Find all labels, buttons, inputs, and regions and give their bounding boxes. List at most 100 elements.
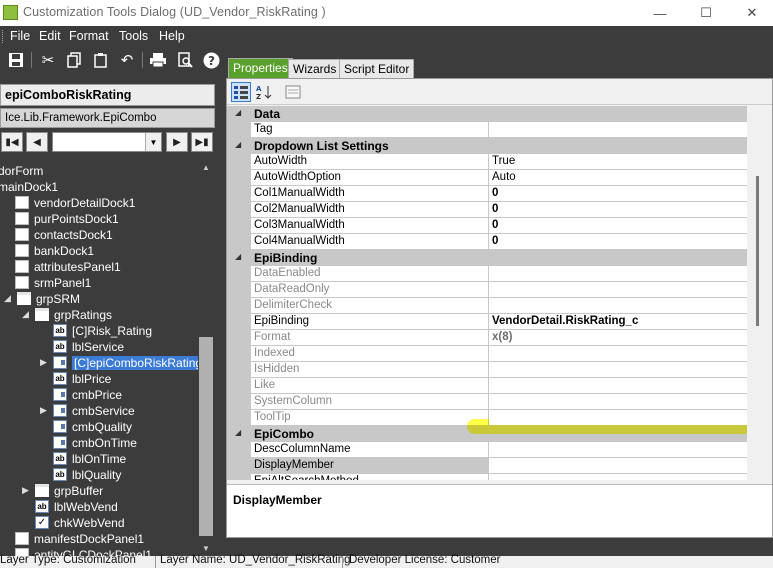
expand-toggle-icon[interactable]: ▶	[22, 485, 32, 497]
first-record-button[interactable]: ▮◀	[1, 132, 23, 152]
property-row[interactable]: EpiAltSearchMethod	[227, 474, 747, 480]
next-record-button[interactable]: ▶	[166, 132, 188, 152]
menu-format[interactable]: Format	[69, 29, 109, 43]
property-row[interactable]: Col2ManualWidth 0	[227, 202, 747, 218]
tab-strip: Properties Wizards Script Editor	[224, 56, 773, 78]
chevron-down-icon[interactable]: ▼	[145, 133, 161, 151]
expand-toggle-icon[interactable]: ◢	[4, 293, 14, 305]
tab-properties[interactable]: Properties	[228, 58, 293, 78]
property-value[interactable]	[489, 266, 747, 281]
property-value[interactable]: True	[489, 154, 747, 169]
status-developer-license: Developer License: Customer	[349, 554, 501, 566]
tab-wizards[interactable]: Wizards	[288, 59, 342, 78]
cut-icon[interactable]: ✂	[38, 50, 58, 70]
property-value[interactable]	[489, 362, 747, 377]
property-value[interactable]	[489, 378, 747, 393]
menu-help[interactable]: Help	[159, 29, 185, 43]
undo-icon[interactable]: ↶	[117, 50, 137, 70]
collapse-icon[interactable]: ◢	[235, 140, 241, 149]
minimize-button[interactable]: —	[637, 0, 683, 26]
expand-toggle-icon[interactable]: ◢	[22, 309, 32, 321]
property-value[interactable]	[489, 346, 747, 361]
tree-item-label: purPointsDock1	[34, 212, 119, 226]
menu-grip[interactable]	[2, 30, 5, 43]
property-row[interactable]: Indexed	[227, 346, 747, 362]
property-value[interactable]: 0	[489, 186, 747, 201]
copy-icon[interactable]	[64, 50, 84, 70]
ab-icon: ab	[53, 372, 67, 385]
property-grid-scrollbar[interactable]	[749, 106, 772, 480]
property-row[interactable]: SystemColumn	[227, 394, 747, 410]
property-value[interactable]: Auto	[489, 170, 747, 185]
ab-icon: ab	[53, 452, 67, 465]
property-pages-icon[interactable]	[283, 82, 303, 102]
tab-script-editor[interactable]: Script Editor	[339, 59, 415, 78]
property-grid[interactable]: ◢ Data Tag ◢ Dropdown List Settings AutoWidth…	[227, 106, 747, 480]
property-value[interactable]: 0	[489, 234, 747, 249]
property-row[interactable]: Tag	[227, 122, 747, 138]
property-row[interactable]: Like	[227, 378, 747, 394]
right-panel: Properties Wizards Script Editor AZ ◢ Dat…	[224, 56, 773, 556]
property-value[interactable]: 0	[489, 218, 747, 233]
last-record-button[interactable]: ▶▮	[191, 132, 213, 152]
property-row[interactable]: DataEnabled	[227, 266, 747, 282]
property-row[interactable]: IsHidden	[227, 362, 747, 378]
property-row[interactable]: AutoWidth True	[227, 154, 747, 170]
property-row[interactable]: DataReadOnly	[227, 282, 747, 298]
paste-icon[interactable]	[91, 50, 111, 70]
expand-toggle-icon[interactable]: ▶	[40, 405, 50, 417]
alphabetical-sort-icon[interactable]: AZ	[254, 82, 274, 102]
property-row[interactable]: DelimiterCheck	[227, 298, 747, 314]
collapse-icon[interactable]: ◢	[235, 428, 241, 437]
menu-bar: File Edit Format Tools Help	[0, 26, 773, 46]
tree-scrollbar[interactable]: ▲ ▼	[198, 161, 214, 556]
previous-record-button[interactable]: ◀	[26, 132, 48, 152]
scroll-thumb[interactable]	[756, 176, 759, 326]
property-name: AutoWidthOption	[251, 170, 488, 185]
save-icon[interactable]	[6, 50, 26, 70]
property-category[interactable]: ◢ Dropdown List Settings	[227, 138, 747, 154]
property-category[interactable]: ◢ Data	[227, 106, 747, 122]
panel-icon	[15, 276, 29, 289]
menu-tools[interactable]: Tools	[119, 29, 148, 43]
property-value[interactable]: x(8)	[489, 330, 747, 345]
property-value[interactable]	[489, 122, 747, 137]
print-preview-icon[interactable]	[175, 50, 195, 70]
menu-file[interactable]: File	[10, 29, 30, 43]
property-row[interactable]: Col4ManualWidth 0	[227, 234, 747, 250]
property-row[interactable]: AutoWidthOption Auto	[227, 170, 747, 186]
scroll-thumb[interactable]	[199, 337, 213, 536]
property-value[interactable]: VendorDetail.RiskRating_c	[489, 314, 747, 329]
property-row[interactable]: Col3ManualWidth 0	[227, 218, 747, 234]
property-row[interactable]: Format x(8)	[227, 330, 747, 346]
expand-toggle-icon[interactable]: ▶	[40, 357, 50, 369]
menu-edit[interactable]: Edit	[39, 29, 61, 43]
property-value[interactable]	[489, 298, 747, 313]
help-icon[interactable]: ?	[201, 50, 221, 70]
close-button[interactable]: ✕	[729, 0, 773, 26]
property-value[interactable]	[489, 394, 747, 409]
property-category[interactable]: ◢ EpiBinding	[227, 250, 747, 266]
property-value[interactable]	[489, 410, 747, 425]
control-tree[interactable]: dorForm mainDock1 vendorDetailDock1 purPoin…	[0, 161, 214, 556]
description-title: DisplayMember	[233, 493, 322, 507]
collapse-icon[interactable]: ◢	[235, 108, 241, 117]
collapse-icon[interactable]: ◢	[235, 252, 241, 261]
maximize-button[interactable]: ☐	[683, 0, 729, 26]
scroll-up-icon[interactable]: ▲	[198, 161, 214, 175]
property-row[interactable]: EpiBinding VendorDetail.RiskRating_c	[227, 314, 747, 330]
property-value[interactable]	[489, 458, 747, 473]
categorized-icon[interactable]	[231, 82, 251, 102]
tree-item-label: srmPanel1	[34, 276, 92, 290]
property-row[interactable]: Col1ManualWidth 0	[227, 186, 747, 202]
property-value[interactable]	[489, 282, 747, 297]
record-combo[interactable]: ▼	[52, 132, 162, 152]
property-value[interactable]	[489, 474, 747, 480]
control-name-field[interactable]: epiComboRiskRating	[0, 84, 215, 106]
print-icon[interactable]	[148, 50, 168, 70]
window-title: Customization Tools Dialog (UD_Vendor_Ri…	[23, 5, 326, 19]
property-row[interactable]: DisplayMember	[227, 458, 747, 474]
property-value[interactable]	[489, 442, 747, 457]
property-value[interactable]: 0	[489, 202, 747, 217]
property-row[interactable]: DescColumnName	[227, 442, 747, 458]
